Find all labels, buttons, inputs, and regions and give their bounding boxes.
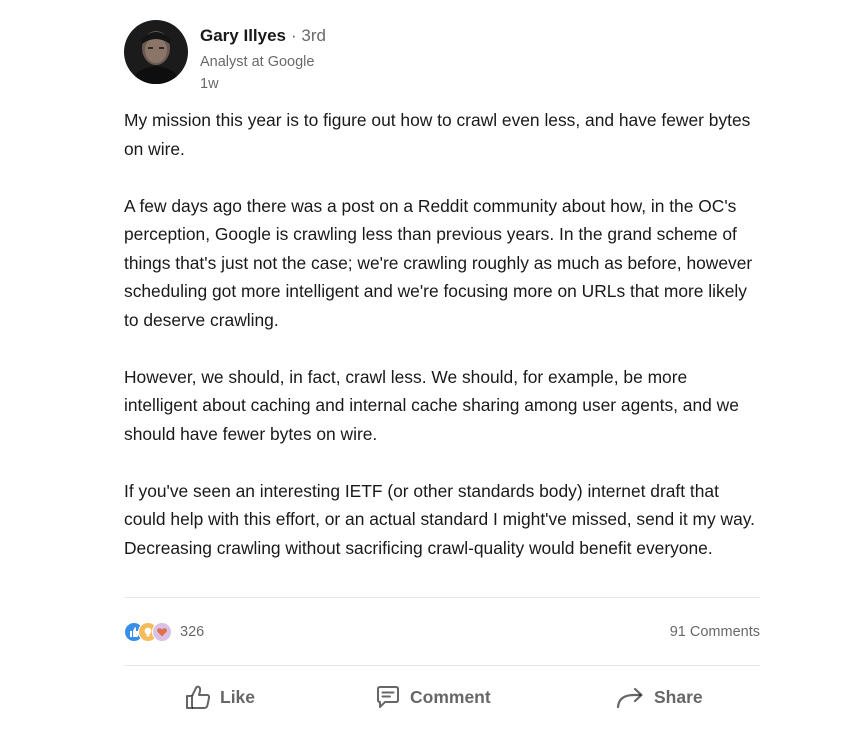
- comment-icon: [377, 686, 399, 708]
- author-avatar[interactable]: [124, 20, 188, 84]
- post-body: My mission this year is to figure out ho…: [124, 106, 764, 591]
- share-label: Share: [654, 686, 703, 707]
- post-timestamp: 1w: [200, 76, 219, 92]
- comment-label: Comment: [410, 686, 491, 707]
- share-button[interactable]: Share: [616, 680, 703, 714]
- post-paragraph: If you've seen an interesting IETF (or o…: [124, 480, 755, 558]
- comments-count-link[interactable]: 91 Comments: [670, 624, 760, 640]
- reactions-summary[interactable]: 326: [124, 621, 204, 643]
- author-name[interactable]: Gary Illyes: [200, 26, 286, 46]
- post-paragraph: A few days ago there was a post on a Red…: [124, 195, 753, 330]
- divider: [124, 665, 760, 666]
- connection-degree: · 3rd: [291, 26, 326, 45]
- author-headline: Analyst at Google: [200, 54, 315, 70]
- comment-button[interactable]: Comment: [374, 680, 491, 714]
- like-button[interactable]: Like: [184, 680, 255, 714]
- avatar-photo: [124, 20, 188, 84]
- thumbs-up-icon: [186, 685, 211, 709]
- reaction-count: 326: [180, 624, 205, 640]
- divider: [124, 597, 760, 598]
- share-arrow-icon: [616, 687, 643, 709]
- like-label: Like: [220, 686, 256, 707]
- post-paragraph: However, we should, in fact, crawl less.…: [124, 366, 739, 444]
- feed-post: Gary Illyes · 3rd Analyst at Google 1w M…: [0, 0, 853, 746]
- love-reaction-icon: [152, 622, 172, 642]
- post-paragraph: My mission this year is to figure out ho…: [124, 110, 751, 159]
